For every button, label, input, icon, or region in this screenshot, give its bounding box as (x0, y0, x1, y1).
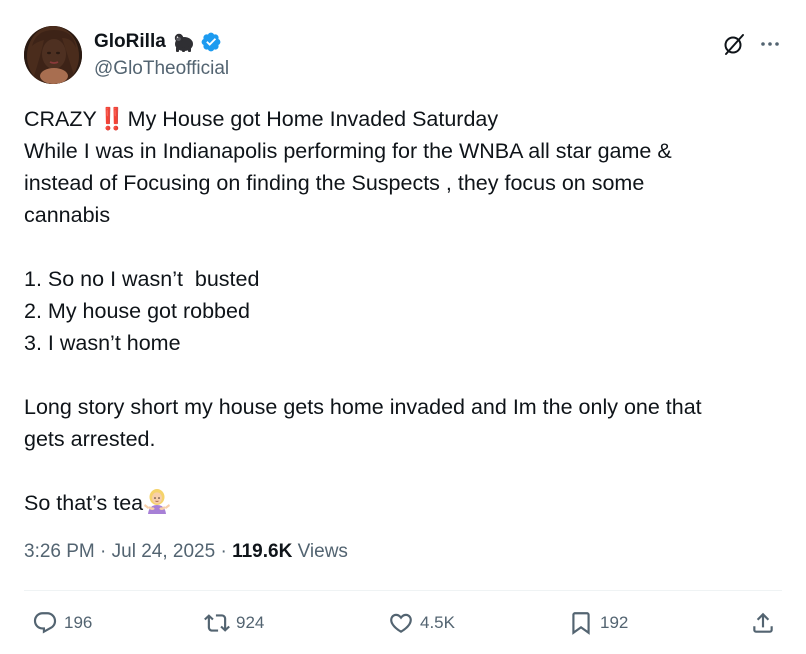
tweet-list-item: 2. My house got robbed (24, 299, 250, 323)
tweet-text-segment: So that’s tea (24, 491, 144, 515)
display-name[interactable]: GloRilla (94, 31, 166, 53)
reply-button[interactable]: 196 (32, 608, 92, 638)
avatar[interactable] (24, 26, 82, 84)
tweet-line: gets arrested. (24, 427, 156, 451)
tweet-meta: 3:26 PM · Jul 24, 2025 · 119.6K Views (24, 541, 348, 563)
share-icon (753, 612, 773, 633)
like-icon (390, 613, 412, 633)
meta-separator: · (100, 541, 107, 562)
tweet-list-item: 1. So no I wasn’t busted (24, 267, 260, 291)
reply-count: 196 (64, 613, 93, 632)
tweet-line: CRAZY‼️ My House got Home Invaded Saturda… (24, 103, 784, 135)
tweet-date[interactable]: Jul 24, 2025 (112, 541, 216, 562)
repost-count: 924 (236, 613, 265, 632)
tweet-line: So that’s tea (24, 487, 784, 519)
tweet-text-segment: My House got Home Invaded Saturday (127, 107, 499, 131)
repost-button[interactable]: 924 (204, 608, 264, 638)
gorilla-icon (174, 33, 193, 52)
tweet-list-item: 3. I wasn’t home (24, 331, 181, 355)
action-bar: 196 924 4.5K 192 (24, 608, 782, 638)
bookmark-count: 192 (600, 613, 629, 632)
name-row: GloRilla (94, 29, 229, 55)
like-button[interactable]: 4.5K (388, 608, 455, 638)
tweet-line: While I was in Indianapolis performing f… (24, 139, 672, 163)
views-count: 119.6K (232, 541, 293, 562)
avatar-image (24, 26, 82, 84)
tweet-text: CRAZY‼️ My House got Home Invaded Saturda… (24, 103, 784, 519)
verified-badge-icon[interactable] (200, 31, 222, 53)
tweet-line: Long story short my house gets home inva… (24, 395, 702, 419)
views-label: Views (297, 541, 348, 562)
share-button[interactable] (750, 608, 776, 638)
tweet-line: instead of Focusing on finding the Suspe… (24, 171, 645, 195)
bookmark-icon (572, 612, 590, 635)
tweet-time[interactable]: 3:26 PM (24, 541, 95, 562)
woman-shrugging-icon (144, 489, 171, 514)
more-icon[interactable] (758, 32, 782, 56)
author-handle[interactable]: @GloTheofficial (94, 58, 229, 80)
grok-icon[interactable] (722, 32, 746, 56)
double-exclamation-emoji: ‼️ (98, 107, 126, 131)
repost-icon (204, 614, 230, 632)
tweet-header: GloRilla @GloTheofficial (24, 26, 782, 86)
tweet-card: GloRilla @GloTheofficial CRAZY‼️ My Hous… (0, 0, 806, 654)
author-block: GloRilla @GloTheofficial (94, 29, 229, 80)
tweet-line: cannabis (24, 203, 111, 227)
divider (24, 590, 782, 591)
meta-separator: · (220, 541, 227, 562)
like-count: 4.5K (420, 613, 455, 632)
tweet-text-segment: CRAZY (24, 107, 97, 131)
reply-icon (33, 612, 57, 634)
bookmark-button[interactable]: 192 (568, 608, 628, 638)
